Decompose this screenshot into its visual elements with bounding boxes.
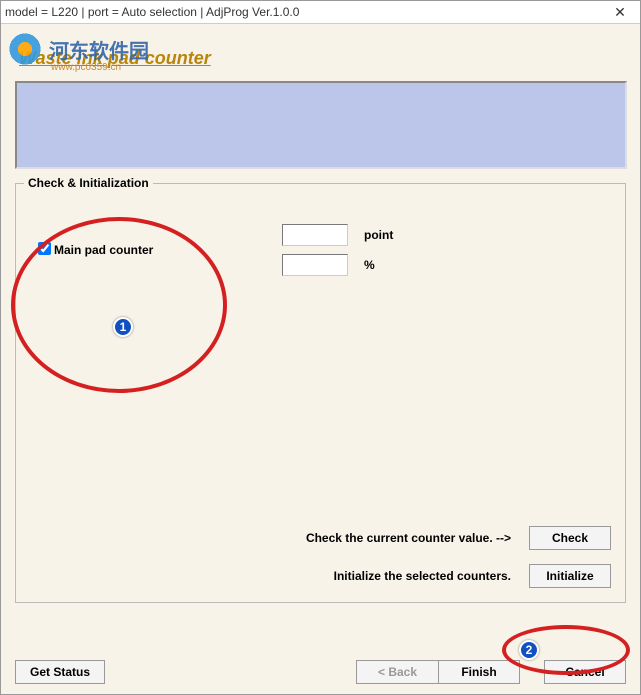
get-status-button[interactable]: Get Status [15, 660, 105, 684]
main-pad-row: Main pad counter point % [26, 224, 615, 276]
check-init-group: Check & Initialization Main pad counter … [15, 183, 626, 603]
main-pad-checkbox[interactable] [38, 242, 51, 255]
main-pad-label: Main pad counter [54, 243, 282, 257]
watermark-site-name: 河东软件园 [49, 35, 149, 64]
group-title: Check & Initialization [24, 176, 153, 190]
content-area: 河东软件园 www.pc0359.cn Waste ink pad counte… [1, 24, 640, 694]
app-window: model = L220 | port = Auto selection | A… [0, 0, 641, 695]
close-button[interactable]: ✕ [600, 1, 640, 24]
annotation-badge-2: 2 [519, 640, 539, 660]
watermark-logo-icon [5, 29, 45, 69]
check-instruction-text: Check the current counter value. --> [306, 531, 511, 545]
initialize-button[interactable]: Initialize [529, 564, 611, 588]
back-button: < Back [356, 660, 438, 684]
cancel-button[interactable]: Cancel [544, 660, 626, 684]
init-instruction-text: Initialize the selected counters. [334, 569, 511, 583]
init-instruction-row: Initialize the selected counters. Initia… [334, 564, 611, 588]
close-icon: ✕ [614, 4, 626, 21]
titlebar[interactable]: model = L220 | port = Auto selection | A… [1, 1, 640, 24]
percent-unit-label: % [364, 258, 414, 272]
watermark: 河东软件园 [1, 29, 149, 69]
log-textarea[interactable] [15, 81, 627, 169]
point-value-box [282, 224, 348, 246]
check-instruction-row: Check the current counter value. --> Che… [306, 526, 611, 550]
percent-value-box [282, 254, 348, 276]
point-unit-label: point [364, 228, 414, 242]
check-button[interactable]: Check [529, 526, 611, 550]
finish-button[interactable]: Finish [438, 660, 520, 684]
window-title: model = L220 | port = Auto selection | A… [5, 5, 600, 19]
bottom-button-row: Get Status < Back Finish Cancel [15, 660, 626, 684]
